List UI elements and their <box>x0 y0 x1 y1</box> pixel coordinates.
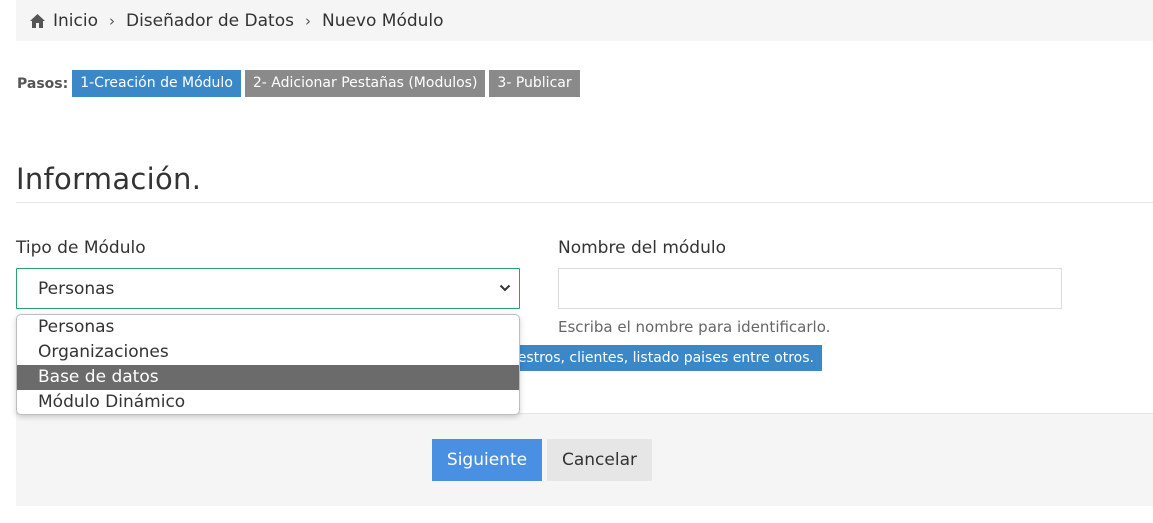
dropdown-option[interactable]: Módulo Dinámico <box>17 390 519 414</box>
steps-label: Pasos: <box>17 75 69 92</box>
chevron-right-icon: › <box>108 11 115 30</box>
module-name-label: Nombre del módulo <box>558 238 726 258</box>
breadcrumb-item-inicio[interactable]: Inicio <box>53 11 98 31</box>
section-title: Información. <box>16 162 202 196</box>
breadcrumb-item-current: Nuevo Módulo <box>321 10 444 31</box>
module-name-input[interactable] <box>558 268 1062 309</box>
cancel-button[interactable]: Cancelar <box>547 439 652 481</box>
step-3[interactable]: 3- Publicar <box>489 70 580 97</box>
module-name-help: Escriba el nombre para identificarlo. <box>558 318 831 336</box>
breadcrumb: Inicio › Diseñador de Datos › Nuevo Módu… <box>16 0 1153 41</box>
chevron-right-icon: › <box>304 11 311 30</box>
section-divider <box>16 202 1153 203</box>
home-icon[interactable] <box>29 13 46 29</box>
chevron-down-icon <box>499 284 511 292</box>
step-1[interactable]: 1-Creación de Módulo <box>72 70 241 97</box>
steps-bar: Pasos: 1-Creación de Módulo 2- Adicionar… <box>17 70 584 97</box>
info-banner-text: maestros, clientes, listado paises entre… <box>495 350 814 366</box>
dropdown-option-highlighted[interactable]: Base de datos <box>17 365 519 390</box>
dropdown-option[interactable]: Organizaciones <box>17 340 519 365</box>
dropdown-option[interactable]: Personas <box>17 315 519 340</box>
module-type-selected: Personas <box>38 278 115 299</box>
module-type-label: Tipo de Módulo <box>16 238 146 258</box>
step-2[interactable]: 2- Adicionar Pestañas (Modulos) <box>244 70 486 97</box>
breadcrumb-item-disenador[interactable]: Diseñador de Datos <box>126 11 294 31</box>
next-button[interactable]: Siguiente <box>432 439 542 481</box>
module-type-select[interactable]: Personas <box>16 268 520 309</box>
module-type-dropdown: Personas Organizaciones Base de datos Mó… <box>16 314 520 415</box>
